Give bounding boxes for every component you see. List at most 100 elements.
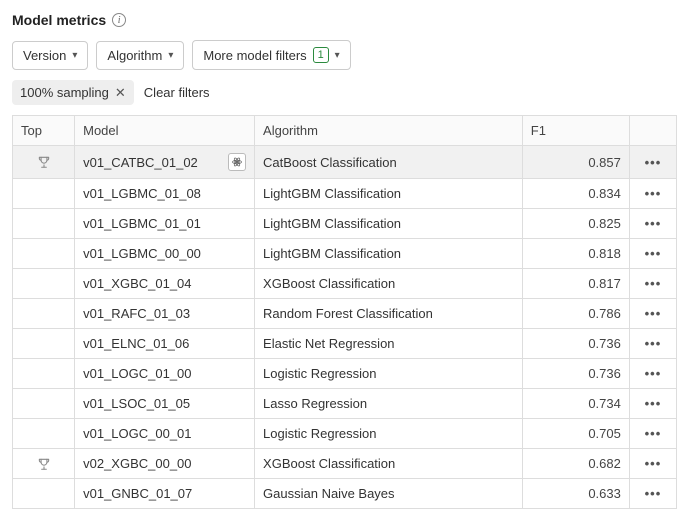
top-cell <box>13 449 75 479</box>
sampling-chip-label: 100% sampling <box>20 85 109 100</box>
f1-cell: 0.705 <box>522 419 629 449</box>
model-cell: v01_RAFC_01_03 <box>75 299 255 329</box>
table-row[interactable]: v01_XGBC_01_04 XGBoost Classification0.81… <box>13 269 677 299</box>
model-name: v01_XGBC_01_04 <box>83 276 191 291</box>
table-row[interactable]: v01_RAFC_01_03 Random Forest Classificati… <box>13 299 677 329</box>
row-actions-button[interactable]: ••• <box>629 299 676 329</box>
more-filters-count: 1 <box>313 47 329 63</box>
table-row[interactable]: v01_ELNC_01_06 Elastic Net Regression0.73… <box>13 329 677 359</box>
f1-cell: 0.734 <box>522 389 629 419</box>
algorithm-cell: Lasso Regression <box>255 389 523 419</box>
top-cell <box>13 146 75 179</box>
info-icon[interactable]: i <box>112 13 126 27</box>
algorithm-cell: Elastic Net Regression <box>255 329 523 359</box>
f1-cell: 0.682 <box>522 449 629 479</box>
algorithm-cell: XGBoost Classification <box>255 449 523 479</box>
model-cell: v01_LGBMC_01_01 <box>75 209 255 239</box>
f1-cell: 0.817 <box>522 269 629 299</box>
model-name: v02_XGBC_00_00 <box>83 456 191 471</box>
model-name: v01_LGBMC_00_00 <box>83 246 201 261</box>
top-cell <box>13 359 75 389</box>
row-actions-button[interactable]: ••• <box>629 269 676 299</box>
metrics-table: Top Model Algorithm F1 v01_CATBC_01_02Ca… <box>12 115 677 509</box>
close-icon[interactable]: ✕ <box>115 86 126 99</box>
top-cell <box>13 419 75 449</box>
algorithm-cell: XGBoost Classification <box>255 269 523 299</box>
model-name: v01_RAFC_01_03 <box>83 306 190 321</box>
header: Model metrics i <box>12 12 677 28</box>
top-cell <box>13 389 75 419</box>
algorithm-cell: Random Forest Classification <box>255 299 523 329</box>
algorithm-cell: LightGBM Classification <box>255 179 523 209</box>
col-model[interactable]: Model <box>75 116 255 146</box>
model-cell: v02_XGBC_00_00 <box>75 449 255 479</box>
top-cell <box>13 239 75 269</box>
row-actions-button[interactable]: ••• <box>629 449 676 479</box>
table-row[interactable]: v01_LGBMC_01_01LightGBM Classification0.… <box>13 209 677 239</box>
algorithm-cell: Gaussian Naive Bayes <box>255 479 523 509</box>
table-row[interactable]: v01_LGBMC_00_00LightGBM Classification0.… <box>13 239 677 269</box>
row-actions-button[interactable]: ••• <box>629 389 676 419</box>
sampling-chip[interactable]: 100% sampling ✕ <box>12 80 134 105</box>
chevron-down-icon: ▾ <box>72 50 77 61</box>
col-actions <box>629 116 676 146</box>
algorithm-filter-button[interactable]: Algorithm ▾ <box>96 41 184 70</box>
top-cell <box>13 299 75 329</box>
model-cell: v01_GNBC_01_07 <box>75 479 255 509</box>
model-cell: v01_CATBC_01_02 <box>75 146 255 179</box>
f1-cell: 0.857 <box>522 146 629 179</box>
atom-icon[interactable] <box>228 153 246 171</box>
f1-cell: 0.736 <box>522 329 629 359</box>
row-actions-button[interactable]: ••• <box>629 359 676 389</box>
top-cell <box>13 329 75 359</box>
version-filter-button[interactable]: Version ▾ <box>12 41 88 70</box>
chevron-down-icon: ▾ <box>335 50 340 61</box>
model-name: v01_LGBMC_01_08 <box>83 186 201 201</box>
active-filters-row: 100% sampling ✕ Clear filters <box>12 80 677 105</box>
row-actions-button[interactable]: ••• <box>629 146 676 179</box>
table-row[interactable]: v01_LSOC_01_05 Lasso Regression0.734••• <box>13 389 677 419</box>
table-row[interactable]: v02_XGBC_00_00 XGBoost Classification0.68… <box>13 449 677 479</box>
f1-cell: 0.736 <box>522 359 629 389</box>
chevron-down-icon: ▾ <box>168 50 173 61</box>
row-actions-button[interactable]: ••• <box>629 419 676 449</box>
f1-cell: 0.786 <box>522 299 629 329</box>
row-actions-button[interactable]: ••• <box>629 239 676 269</box>
version-filter-label: Version <box>23 48 66 63</box>
algorithm-cell: Logistic Regression <box>255 419 523 449</box>
row-actions-button[interactable]: ••• <box>629 179 676 209</box>
algorithm-filter-label: Algorithm <box>107 48 162 63</box>
col-top[interactable]: Top <box>13 116 75 146</box>
model-name: v01_ELNC_01_06 <box>83 336 189 351</box>
col-algorithm[interactable]: Algorithm <box>255 116 523 146</box>
table-row[interactable]: v01_CATBC_01_02CatBoost Classification0.… <box>13 146 677 179</box>
model-name: v01_LSOC_01_05 <box>83 396 190 411</box>
model-cell: v01_LGBMC_01_08 <box>75 179 255 209</box>
trophy-icon <box>21 457 66 471</box>
col-f1[interactable]: F1 <box>522 116 629 146</box>
model-name: v01_GNBC_01_07 <box>83 486 192 501</box>
model-cell: v01_LOGC_00_01 <box>75 419 255 449</box>
f1-cell: 0.825 <box>522 209 629 239</box>
f1-cell: 0.633 <box>522 479 629 509</box>
clear-filters-link[interactable]: Clear filters <box>144 85 210 100</box>
table-row[interactable]: v01_LOGC_00_01Logistic Regression0.705••… <box>13 419 677 449</box>
table-row[interactable]: v01_LGBMC_01_08LightGBM Classification0.… <box>13 179 677 209</box>
model-cell: v01_XGBC_01_04 <box>75 269 255 299</box>
more-filters-label: More model filters <box>203 48 306 63</box>
filter-bar: Version ▾ Algorithm ▾ More model filters… <box>12 40 677 70</box>
row-actions-button[interactable]: ••• <box>629 479 676 509</box>
table-header-row: Top Model Algorithm F1 <box>13 116 677 146</box>
table-row[interactable]: v01_GNBC_01_07 Gaussian Naive Bayes0.633•… <box>13 479 677 509</box>
top-cell <box>13 209 75 239</box>
more-filters-button[interactable]: More model filters 1 ▾ <box>192 40 350 70</box>
top-cell <box>13 179 75 209</box>
top-cell <box>13 479 75 509</box>
model-name: v01_LOGC_01_00 <box>83 366 191 381</box>
f1-cell: 0.818 <box>522 239 629 269</box>
row-actions-button[interactable]: ••• <box>629 329 676 359</box>
table-row[interactable]: v01_LOGC_01_00Logistic Regression0.736••… <box>13 359 677 389</box>
row-actions-button[interactable]: ••• <box>629 209 676 239</box>
model-cell: v01_LSOC_01_05 <box>75 389 255 419</box>
model-cell: v01_LOGC_01_00 <box>75 359 255 389</box>
